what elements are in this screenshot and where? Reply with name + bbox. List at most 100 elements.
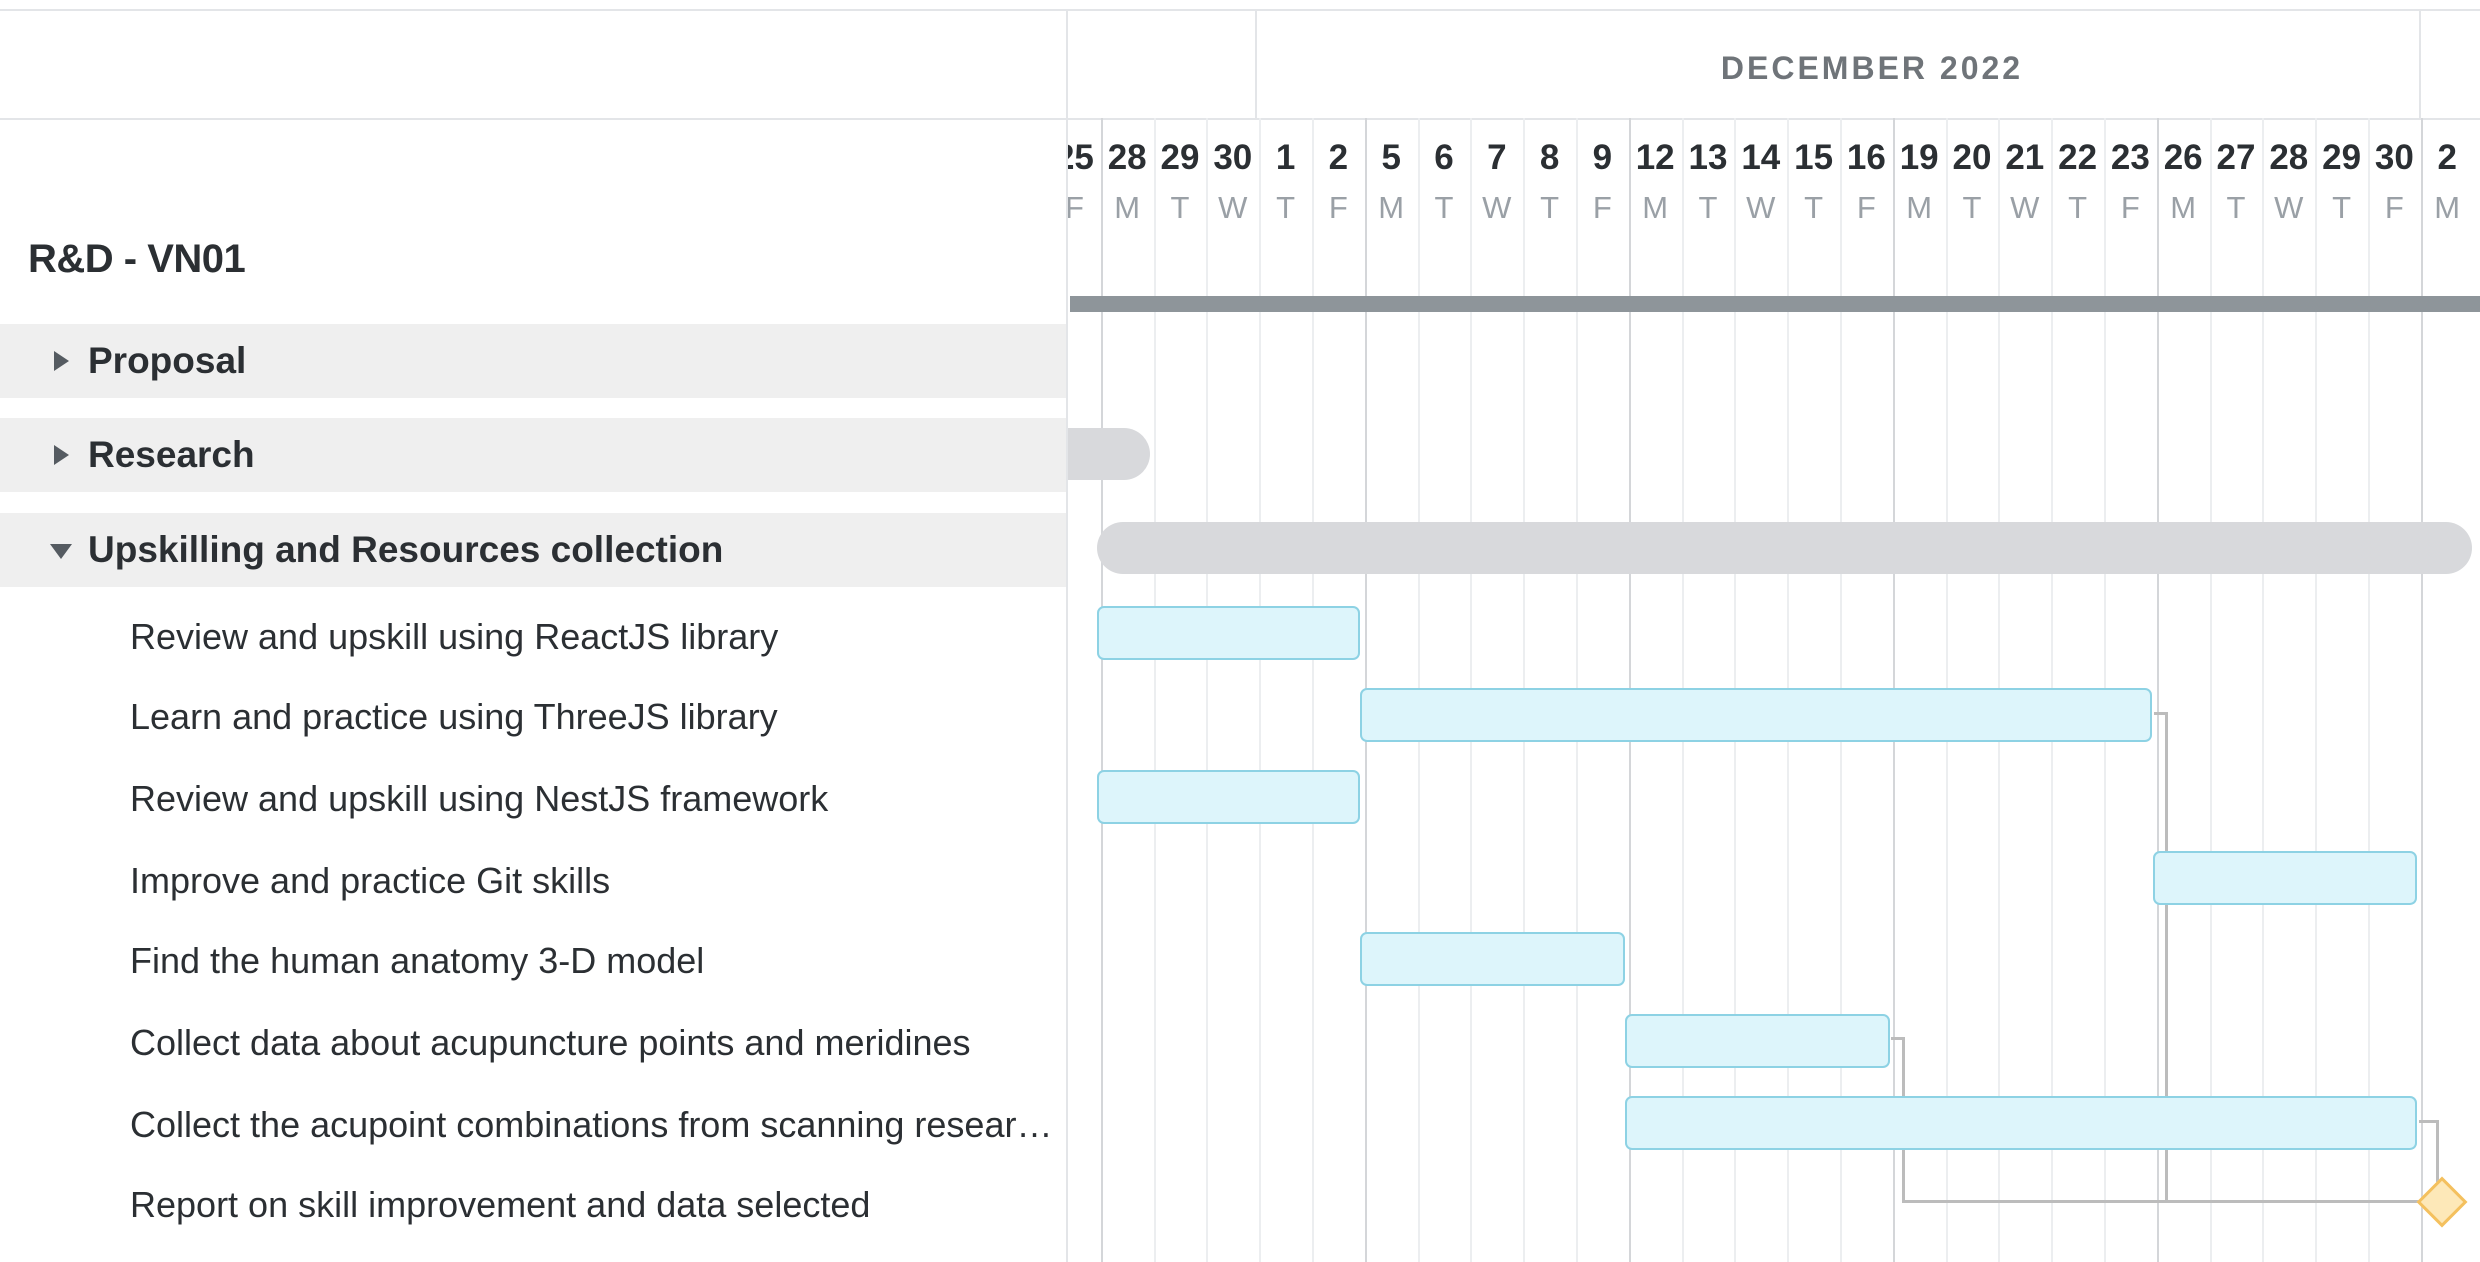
- day-number: 5: [1381, 138, 1401, 177]
- task-bar-acupoint-combinations[interactable]: [1625, 1096, 2417, 1150]
- task-row-reactjs[interactable]: Review and upskill using ReactJS library: [130, 612, 1067, 662]
- group-label: Research: [88, 434, 255, 475]
- collapse-arrow-icon[interactable]: [50, 544, 72, 559]
- day-number: 2: [1328, 138, 1349, 177]
- day-of-week: M: [2434, 190, 2461, 225]
- day-number: 8: [1539, 138, 1560, 177]
- task-bar-nestjs[interactable]: [1097, 770, 1360, 824]
- day-number: 19: [1899, 138, 1939, 177]
- day-number: 7: [1487, 138, 1507, 177]
- day-number: 12: [1635, 138, 1675, 177]
- day-number: 28: [1107, 138, 1147, 177]
- day-of-week: F: [1856, 190, 1876, 225]
- task-row-git[interactable]: Improve and practice Git skills: [130, 856, 1067, 906]
- day-gridline: [1259, 118, 1261, 1262]
- day-number: 22: [2058, 138, 2098, 177]
- day-number: 20: [1952, 138, 1992, 177]
- task-row-acupuncture-data[interactable]: Collect data about acupuncture points an…: [130, 1018, 1067, 1068]
- task-list-panel: R&D - VN01 Proposal Research Upskilling …: [0, 0, 1067, 1262]
- day-gridline: [1206, 118, 1208, 1262]
- task-bar-anatomy-model[interactable]: [1360, 932, 1625, 986]
- project-title: R&D - VN01: [28, 237, 246, 281]
- day-of-week: T: [1698, 190, 1718, 225]
- day-number: 9: [1592, 138, 1613, 177]
- day-gridline: [1312, 118, 1314, 1262]
- task-bar-acupuncture-data[interactable]: [1625, 1014, 1890, 1068]
- group-row-proposal[interactable]: Proposal: [0, 324, 1067, 398]
- day-of-week: T: [2068, 190, 2088, 225]
- day-number: 2: [2437, 138, 2457, 177]
- day-gridline: [2210, 118, 2212, 1262]
- day-of-week: T: [1804, 190, 1824, 225]
- day-of-week: W: [1218, 190, 1248, 225]
- day-gridline: [2368, 118, 2370, 1262]
- day-of-week: W: [2010, 190, 2040, 225]
- expand-arrow-icon[interactable]: [54, 351, 69, 371]
- task-row-anatomy-model[interactable]: Find the human anatomy 3-D model: [130, 936, 1067, 986]
- day-number: 14: [1741, 138, 1781, 177]
- day-number: 25: [1067, 138, 1094, 177]
- dependency-line: [1902, 1200, 2435, 1203]
- day-number: 15: [1794, 138, 1834, 177]
- day-of-week: M: [1906, 190, 1933, 225]
- day-number: 29: [1160, 138, 1200, 177]
- week-gridline: [2421, 118, 2423, 1262]
- dependency-line: [2436, 1120, 2439, 1182]
- group-bar-research[interactable]: [1067, 428, 1150, 480]
- day-of-week: M: [1378, 190, 1405, 225]
- gantt-chart: DECEMBER 2022 25F28M29T30W1T2F5M6T7W8T9F…: [1067, 0, 2480, 1262]
- day-number: 30: [2374, 138, 2414, 177]
- group-bar-upskilling[interactable]: [1097, 522, 2472, 574]
- day-of-week: T: [1276, 190, 1296, 225]
- expand-arrow-icon[interactable]: [54, 445, 69, 465]
- milestone-diamond-icon[interactable]: [2416, 1176, 2468, 1228]
- task-row-report[interactable]: Report on skill improvement and data sel…: [130, 1180, 1067, 1230]
- day-number: 26: [2163, 138, 2203, 177]
- day-number: 6: [1434, 138, 1454, 177]
- group-row-research[interactable]: Research: [0, 418, 1067, 492]
- day-number: 23: [2110, 138, 2150, 177]
- day-of-week: M: [2170, 190, 2197, 225]
- day-of-week: T: [1170, 190, 1190, 225]
- day-number: 29: [2322, 138, 2362, 177]
- week-gridline: [1101, 118, 1103, 1262]
- day-of-week: T: [1540, 190, 1560, 225]
- day-of-week: T: [1434, 190, 1454, 225]
- day-of-week: F: [1067, 190, 1084, 225]
- group-row-upskilling[interactable]: Upskilling and Resources collection: [0, 513, 1067, 587]
- task-bar-git[interactable]: [2153, 851, 2417, 905]
- group-label: Upskilling and Resources collection: [88, 529, 724, 570]
- day-number: 13: [1688, 138, 1728, 177]
- task-row-acupoint-combinations[interactable]: Collect the acupoint combinations from s…: [130, 1100, 1067, 1150]
- day-number: 30: [1213, 138, 1253, 177]
- panel-divider[interactable]: [1066, 9, 1068, 1262]
- week-gridline: [2157, 118, 2159, 1262]
- day-number: 16: [1846, 138, 1886, 177]
- day-of-week: W: [2274, 190, 2304, 225]
- day-gridline: [1154, 118, 1156, 1262]
- day-number: 21: [2005, 138, 2045, 177]
- day-of-week: T: [2226, 190, 2246, 225]
- day-of-week: F: [2384, 190, 2404, 225]
- day-number: 1: [1275, 138, 1296, 177]
- day-of-week: F: [1592, 190, 1612, 225]
- project-summary-bar: [1070, 296, 2480, 312]
- day-number: 28: [2269, 138, 2309, 177]
- task-row-threejs[interactable]: Learn and practice using ThreeJS library: [130, 692, 1067, 742]
- day-of-week: T: [1962, 190, 1982, 225]
- day-of-week: F: [1328, 190, 1348, 225]
- day-number: 27: [2216, 138, 2256, 177]
- day-of-week: W: [1482, 190, 1512, 225]
- day-of-week: M: [1114, 190, 1141, 225]
- group-label: Proposal: [88, 340, 247, 381]
- day-of-week: T: [2332, 190, 2352, 225]
- day-of-week: F: [2120, 190, 2140, 225]
- task-bar-threejs[interactable]: [1360, 688, 2152, 742]
- task-row-nestjs[interactable]: Review and upskill using NestJS framewor…: [130, 774, 1067, 824]
- day-gridline: [2262, 118, 2264, 1262]
- day-gridline: [2315, 118, 2317, 1262]
- day-of-week: W: [1746, 190, 1776, 225]
- task-bar-reactjs[interactable]: [1097, 606, 1360, 660]
- month-label: DECEMBER 2022: [1720, 50, 2024, 86]
- day-of-week: M: [1642, 190, 1669, 225]
